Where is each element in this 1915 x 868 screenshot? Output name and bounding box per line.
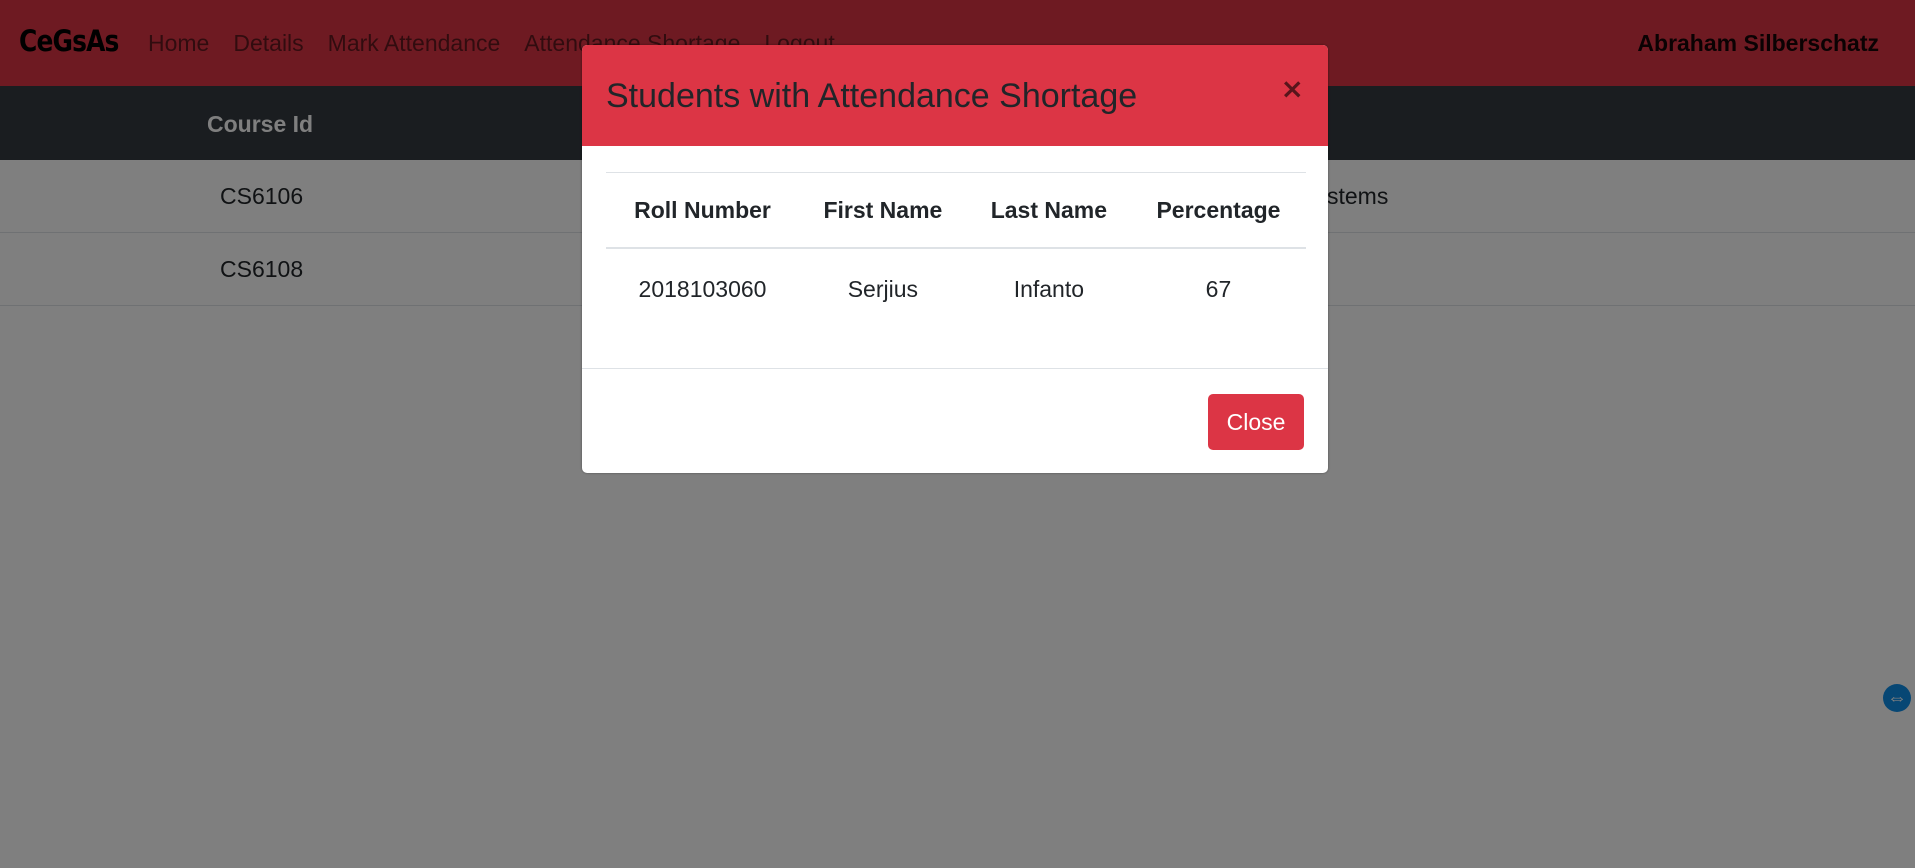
column-header-first-name: First Name xyxy=(798,172,967,249)
modal-footer: Close xyxy=(582,368,1328,473)
modal-title: Students with Attendance Shortage xyxy=(606,77,1138,115)
first-name-cell: Serjius xyxy=(847,275,919,302)
roll-number-cell: 2018103060 xyxy=(638,275,767,302)
modal-body: Roll Number First Name Last Name Percent… xyxy=(606,172,1306,329)
column-header-roll-number: Roll Number xyxy=(606,172,799,249)
percentage-cell: 67 xyxy=(1205,275,1232,302)
column-header-last-name: Last Name xyxy=(966,172,1131,249)
modal-header: Students with Attendance Shortage × xyxy=(582,45,1328,146)
attendance-shortage-modal: Students with Attendance Shortage × Roll… xyxy=(582,45,1328,473)
close-button[interactable]: Close xyxy=(1208,394,1304,450)
table-row: 2018103060 Serjius Infanto 67 xyxy=(606,248,1306,329)
column-header-percentage: Percentage xyxy=(1130,172,1306,249)
close-icon[interactable]: × xyxy=(1281,75,1304,103)
last-name-cell: Infanto xyxy=(1013,275,1085,302)
table-header-row: Roll Number First Name Last Name Percent… xyxy=(606,172,1306,249)
shortage-table: Roll Number First Name Last Name Percent… xyxy=(606,172,1306,329)
